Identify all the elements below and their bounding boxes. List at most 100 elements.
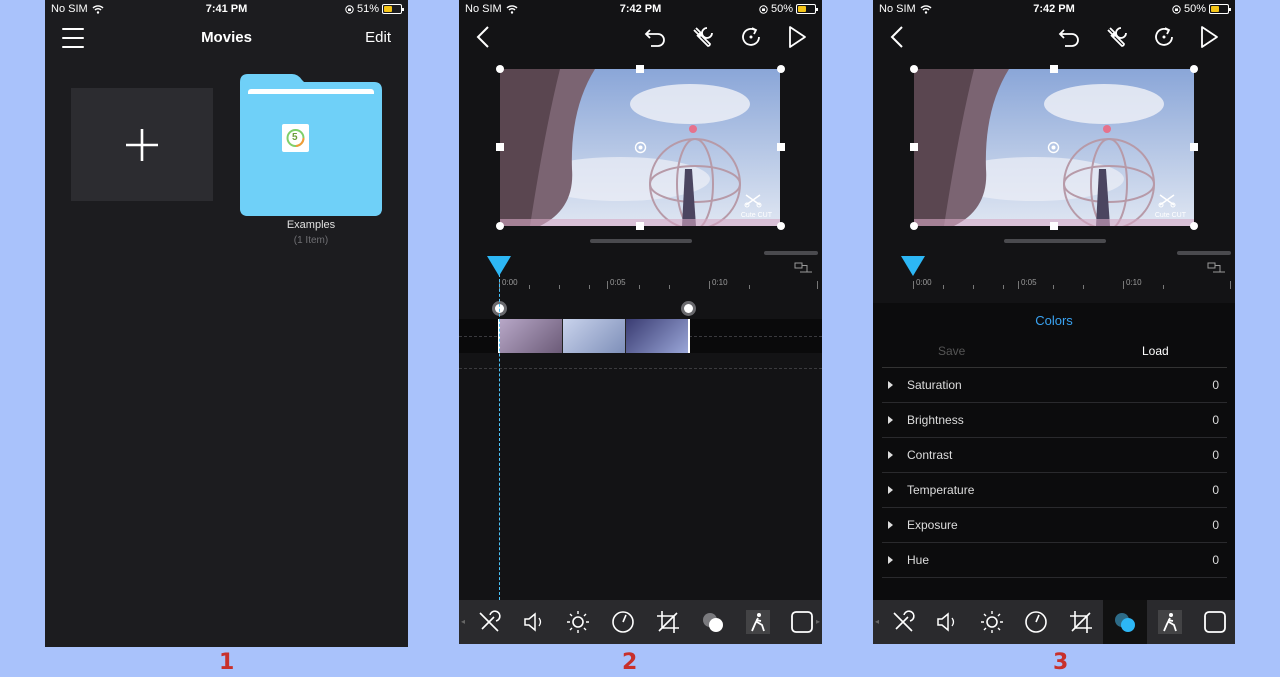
color-row-exposure[interactable]: Exposure 0 [882,508,1227,543]
wrench-icon[interactable] [690,24,716,50]
undo-icon[interactable] [643,24,669,50]
folder-item-count: (1 Item) [293,235,329,246]
drag-handle[interactable] [590,239,692,243]
row-value: 0 [1212,413,1219,427]
wrench-icon[interactable] [1104,24,1130,50]
resize-handle[interactable] [910,143,918,151]
screen-editor: No SIM 7:42 PM 50% Cute CUT 0:00 0:05 0:… [459,0,822,644]
resize-handle[interactable] [1190,65,1198,73]
row-label: Saturation [907,378,962,392]
redo-icon[interactable] [738,24,764,50]
back-icon[interactable] [471,24,497,50]
color-row-contrast[interactable]: Contrast 0 [882,438,1227,473]
back-icon[interactable] [885,24,911,50]
resize-handle[interactable] [1050,65,1058,73]
screen-movies: No SIM 7:41 PM 51% Movies Edit 5 Example… [45,0,408,647]
color-row-hue[interactable]: Hue 0 [882,543,1227,578]
expand-arrow-icon [888,556,893,564]
undo-icon[interactable] [1057,24,1083,50]
colors-panel: Colors Save Load Saturation 0 Brightness 0… [873,303,1235,600]
timeline-drag-handle[interactable] [1177,251,1231,255]
resize-handle[interactable] [1050,222,1058,230]
motion-icon[interactable] [1155,607,1185,637]
timeline-layout-icon[interactable] [794,262,813,275]
no-edit-icon[interactable] [888,607,918,637]
brightness-icon[interactable] [977,607,1007,637]
resize-handle[interactable] [777,143,785,151]
row-label: Exposure [907,518,958,532]
drag-handle[interactable] [1004,239,1106,243]
frame-icon[interactable] [1200,607,1230,637]
resize-handle[interactable] [496,143,504,151]
color-row-brightness[interactable]: Brightness 0 [882,403,1227,438]
color-row-saturation[interactable]: Saturation 0 [882,368,1227,403]
motion-icon[interactable] [743,607,773,637]
resize-handle[interactable] [1190,222,1198,230]
battery-icon [1209,4,1231,14]
no-edit-icon[interactable] [474,607,504,637]
resize-handle[interactable] [636,222,644,230]
expand-arrow-icon [888,521,893,529]
colors-title: Colors [1035,313,1073,328]
trim-end-handle[interactable] [681,301,696,316]
orientation-lock-icon [759,4,768,14]
redo-icon[interactable] [1151,24,1177,50]
center-handle-icon[interactable] [634,141,647,154]
expand-arrow-icon [888,451,893,459]
play-icon[interactable] [784,24,810,50]
resize-handle[interactable] [636,65,644,73]
caption-3: 3 [1053,650,1069,675]
load-button[interactable]: Load [1142,344,1169,358]
playhead-line [499,274,500,600]
speed-icon[interactable] [608,607,638,637]
row-value: 0 [1212,483,1219,497]
resize-handle[interactable] [496,222,504,230]
playhead-marker[interactable] [487,256,511,276]
new-project-button[interactable] [71,88,213,201]
ruler-label: 0:00 [502,278,518,287]
resize-handle[interactable] [910,65,918,73]
playhead-marker[interactable] [901,256,925,276]
crop-icon[interactable] [653,607,683,637]
watermark: Cute CUT [1154,212,1186,219]
colors-icon[interactable] [1103,600,1147,644]
plus-icon [126,128,158,161]
resize-handle[interactable] [777,222,785,230]
colors-icon[interactable] [698,607,728,637]
ruler-label: 0:10 [712,278,728,287]
edit-button[interactable]: Edit [365,29,391,46]
save-button[interactable]: Save [938,344,965,358]
expand-arrow-icon [888,486,893,494]
row-label: Hue [907,553,930,567]
color-row-temperature[interactable]: Temperature 0 [882,473,1227,508]
expand-arrow-icon [888,416,893,424]
resize-handle[interactable] [1190,143,1198,151]
resize-handle[interactable] [777,65,785,73]
folder-name: Examples [286,219,336,231]
play-icon[interactable] [1196,24,1222,50]
nav-bar: Movies Edit [45,24,408,52]
resize-handle[interactable] [496,65,504,73]
editor-toolbar-bottom: ◂ [873,600,1235,644]
time-ruler: 0:00 0:05 0:10 [459,278,822,292]
video-clip[interactable] [500,319,689,353]
frame-icon[interactable] [787,607,817,637]
center-handle-icon[interactable] [1047,141,1060,154]
folder-icon [240,74,382,216]
row-label: Brightness [907,413,964,427]
scissors-icon [1158,194,1176,208]
brightness-icon[interactable] [563,607,593,637]
timeline-drag-handle[interactable] [764,251,818,255]
timeline-layout-icon[interactable] [1207,262,1226,275]
resize-handle[interactable] [910,222,918,230]
ruler-label: 0:00 [916,278,932,287]
screen-colors: No SIM 7:42 PM 50% Cute CUT 0:00 0:05 0:… [873,0,1235,644]
page-title: Movies [201,29,252,46]
battery-percent: 50% [770,3,793,15]
volume-icon[interactable] [519,607,549,637]
examples-folder[interactable]: 5 [240,74,382,216]
volume-icon[interactable] [932,607,962,637]
row-label: Contrast [907,448,953,462]
speed-icon[interactable] [1021,607,1051,637]
crop-icon[interactable] [1066,607,1096,637]
